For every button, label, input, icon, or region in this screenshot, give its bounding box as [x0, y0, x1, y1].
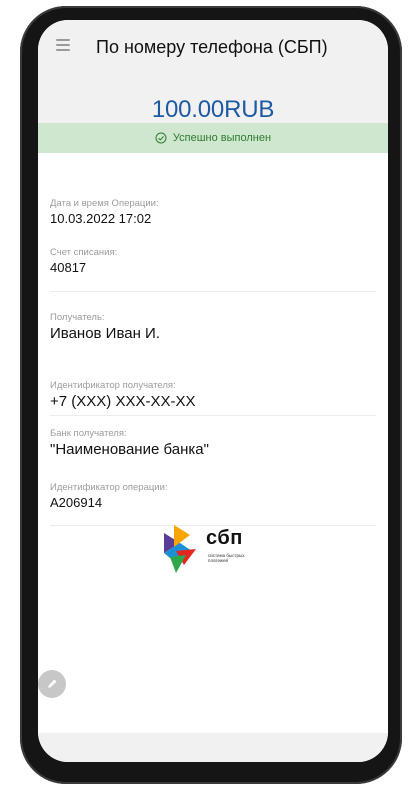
sbp-logo-mark [164, 525, 196, 573]
operation-id-value: A206914 [50, 495, 103, 510]
app-header: По номеру телефона (СБП) [38, 20, 388, 82]
recipient-value: Иванов Иван И. [50, 325, 161, 342]
account-field: Счет списания: 40817 [50, 247, 117, 275]
operation-details-card: Дата и время Операции: 10.03.2022 17:02 … [38, 153, 388, 733]
account-value: 40817 [50, 260, 87, 275]
pencil-icon-glyph [48, 679, 57, 688]
bottom-strip [38, 733, 388, 762]
operation-id-label: Идентификатор операции: [50, 482, 168, 493]
sbp-logo: сбп система быстрых платежей [162, 525, 262, 575]
operation-id-field: Идентификатор операции: A206914 [50, 482, 168, 510]
status-text: Успешно выполнен [172, 132, 272, 144]
account-label: Счет списания: [50, 247, 118, 258]
sbp-logo-word: сбп [206, 527, 243, 549]
divider [50, 291, 376, 292]
status-banner: Успешно выполнен [38, 123, 388, 153]
bank-label: Банк получателя: [50, 428, 127, 439]
page-title: По номеру телефона (СБП) [96, 37, 328, 57]
divider [50, 415, 376, 416]
datetime-label: Дата и время Операции: [50, 198, 159, 209]
check-circle-icon [155, 132, 167, 144]
pencil-icon[interactable] [38, 670, 66, 698]
recipient-label: Получатель: [50, 312, 105, 323]
datetime-field: Дата и время Операции: 10.03.2022 17:02 [50, 198, 159, 226]
bank-value: "Наименование банка" [50, 441, 209, 458]
datetime-value: 10.03.2022 17:02 [50, 211, 152, 226]
app-screen: По номеру телефона (СБП) 100.00RUB Успеш… [38, 20, 388, 762]
payment-amount: 100.00RUB [151, 96, 275, 123]
recipient-id-field: Идентификатор получателя: +7 (XXX) XXX-X… [50, 380, 195, 410]
sbp-logo-subtitle: система быстрых платежей [208, 553, 245, 563]
recipient-id-value: +7 (XXX) XXX-XX-XX [50, 393, 196, 410]
bank-field: Банк получателя: "Наименование банка" [50, 428, 209, 458]
recipient-id-label: Идентификатор получателя: [50, 380, 176, 391]
recipient-field: Получатель: Иванов Иван И. [50, 312, 160, 342]
hamburger-menu-icon[interactable] [56, 39, 70, 51]
